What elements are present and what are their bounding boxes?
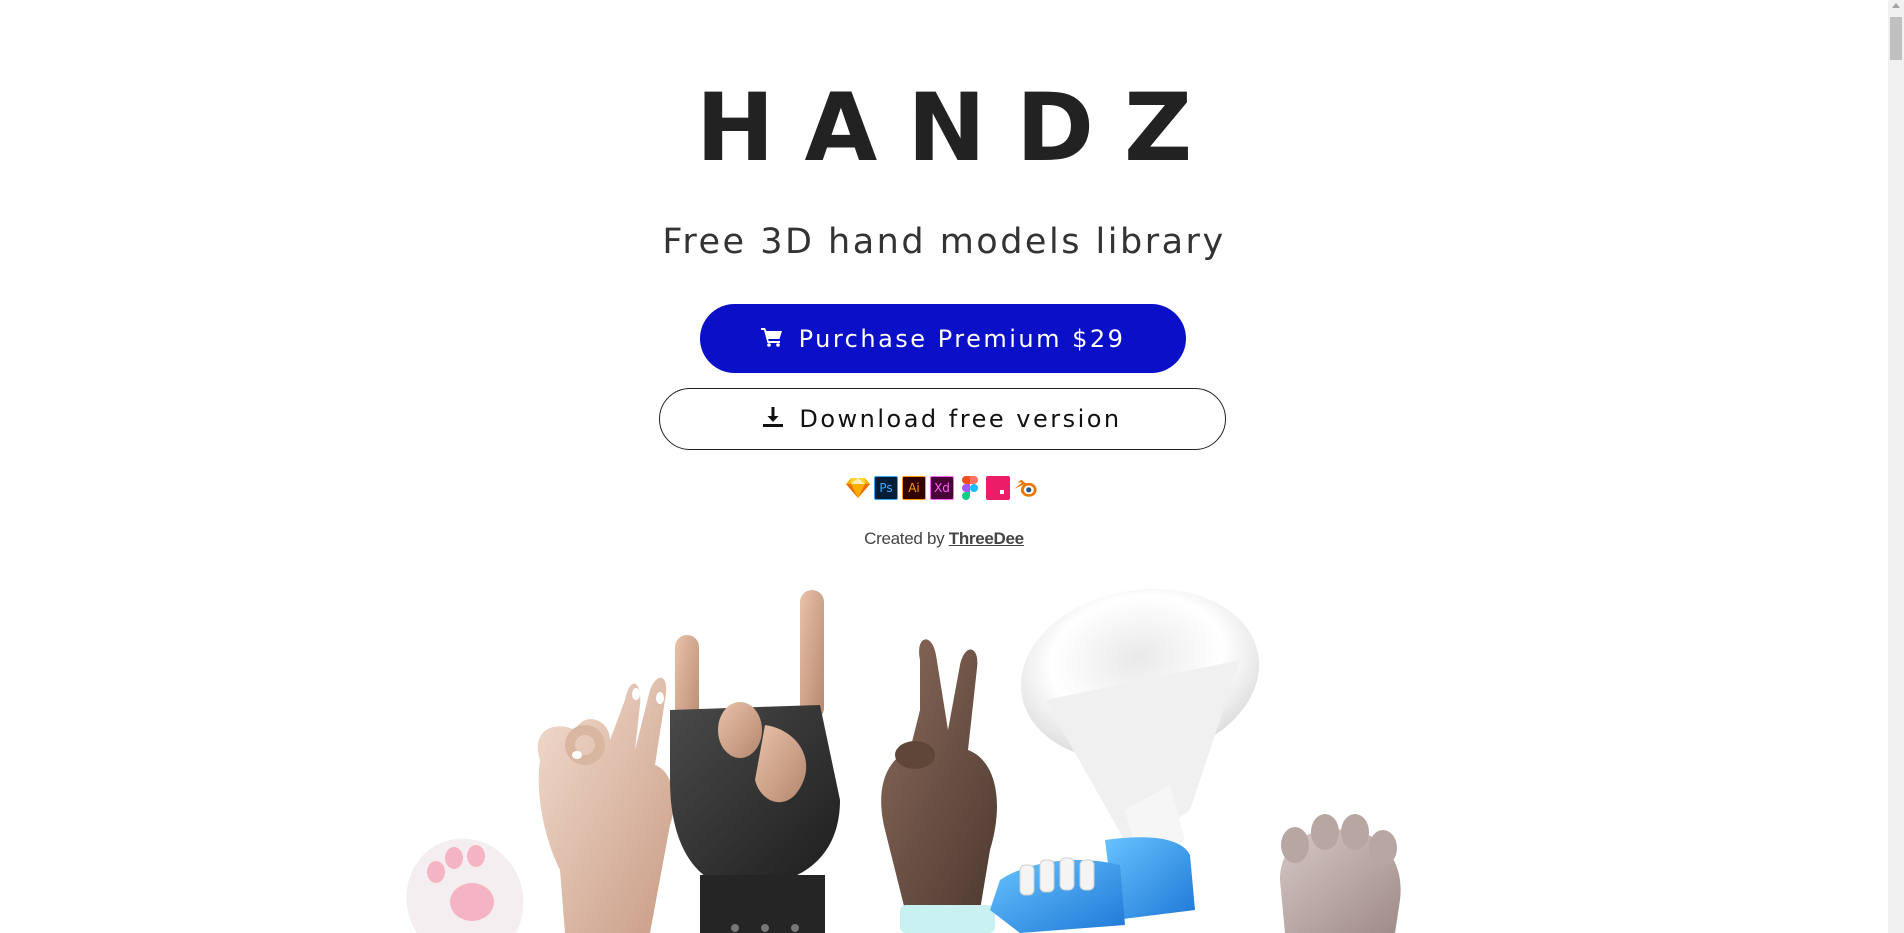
figma-icon — [958, 476, 982, 500]
scroll-up-arrow-icon[interactable] — [1892, 3, 1900, 8]
site-logo: HANDZ — [695, 74, 1223, 183]
credit-line: Created by ThreeDee — [0, 529, 1888, 549]
illustrator-icon: Ai — [902, 476, 926, 500]
cart-icon — [760, 325, 783, 353]
photoshop-icon: Ps — [874, 476, 898, 500]
download-icon — [763, 405, 784, 433]
download-free-label: Download free version — [799, 405, 1122, 433]
purchase-premium-button[interactable]: Purchase Premium $29 — [700, 304, 1186, 373]
scrollbar-thumb[interactable] — [1890, 17, 1902, 60]
supported-apps: Ps Ai Xd — [846, 475, 1038, 501]
hero-hands-image — [406, 588, 1401, 933]
invision-icon — [986, 476, 1010, 500]
purchase-premium-label: Purchase Premium $29 — [798, 324, 1126, 353]
blender-icon — [1014, 476, 1038, 500]
page: HANDZ Free 3D hand models library Purcha… — [0, 0, 1904, 933]
credit-prefix: Created by — [864, 529, 945, 548]
xd-icon: Xd — [930, 476, 954, 500]
tagline: Free 3D hand models library — [662, 222, 1226, 262]
sketch-icon — [846, 476, 870, 500]
author-link[interactable]: ThreeDee — [949, 529, 1024, 548]
download-free-button[interactable]: Download free version — [659, 388, 1226, 450]
vertical-scrollbar[interactable] — [1888, 0, 1904, 933]
